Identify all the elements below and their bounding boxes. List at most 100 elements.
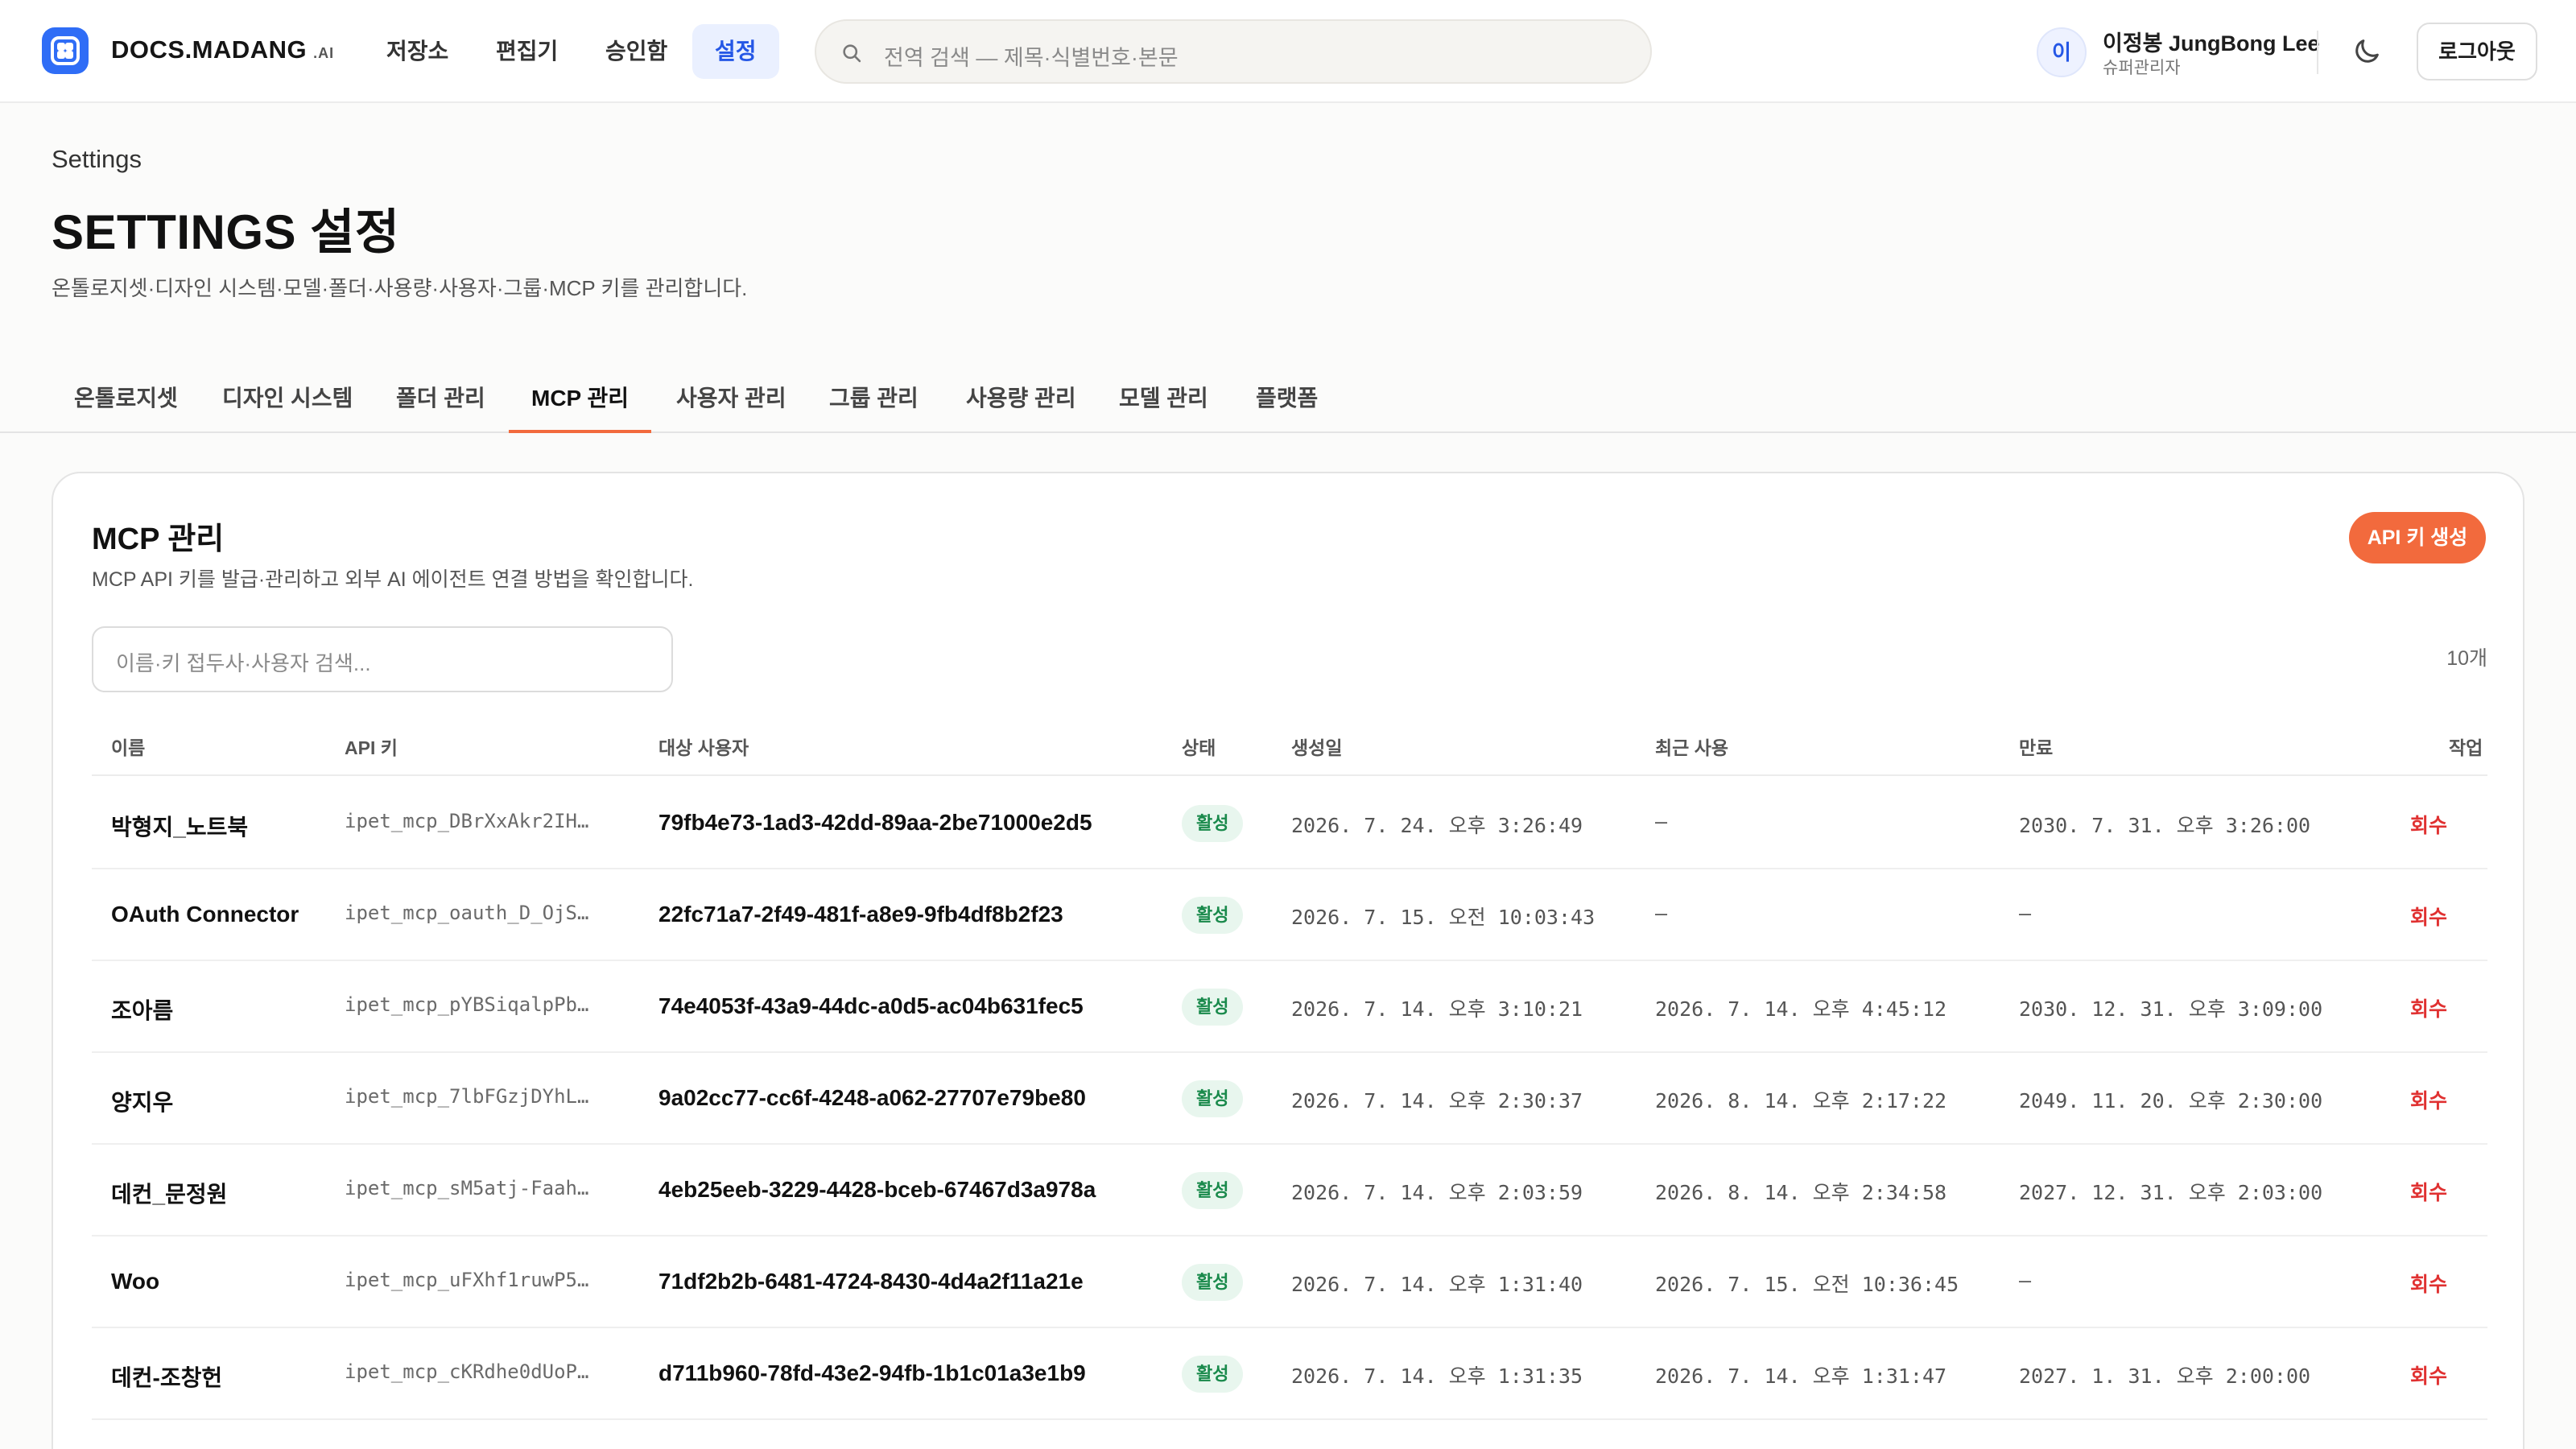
mcp-management-panel: MCP 관리 MCP API 키를 발급·관리하고 외부 AI 에이전트 연결 …: [52, 472, 2524, 1449]
tab-design-system[interactable]: 디자인 시스템: [200, 367, 375, 433]
table-row[interactable]: OAuth Connector ipet_mcp_oauth_D_OjS… 22fc…: [92, 869, 2487, 961]
last-used-at: 2026. 8. 14. 오후 2:17:22: [1655, 1089, 1947, 1113]
status-badge: 활성: [1182, 1356, 1244, 1393]
api-key-prefix: ipet_mcp_uFXhf1ruwP5…: [345, 1269, 589, 1291]
nav-item-approvals[interactable]: 승인함: [583, 24, 690, 79]
table-row[interactable]: 데컨_문정원 ipet_mcp_sM5atj-Faah… 4eb25eeb-3229…: [92, 1145, 2487, 1236]
expires-at: 2027. 1. 31. 오후 2:00:00: [2019, 1364, 2311, 1388]
created-at: 2026. 7. 24. 오후 3:26:49: [1291, 814, 1583, 837]
filter-placeholder: 이름·키 접두사·사용자 검색...: [116, 651, 371, 675]
target-user-id: 74e4053f-43a9-44dc-a0d5-ac04b631fec5: [658, 993, 1084, 1018]
target-user-id: 79fb4e73-1ad3-42dd-89aa-2be71000e2d5: [658, 810, 1092, 835]
created-at: 2026. 7. 14. 오후 1:31:40: [1291, 1273, 1583, 1296]
column-header-expires[interactable]: 만료: [2019, 733, 2053, 760]
revoke-button[interactable]: 회수: [2410, 1360, 2447, 1389]
api-key-prefix: ipet_mcp_7lbFGzjDYhL…: [345, 1085, 589, 1108]
last-used-at: —: [1655, 902, 1668, 925]
created-at: 2026. 7. 14. 오후 2:03:59: [1291, 1181, 1583, 1204]
api-key-prefix: ipet_mcp_DBrXxAkr2IH…: [345, 810, 589, 832]
status-badge: 활성: [1182, 1264, 1244, 1301]
column-header-action: 작업: [2449, 737, 2483, 758]
revoke-button[interactable]: 회수: [2410, 810, 2447, 839]
expires-at: —: [2019, 902, 2032, 925]
key-name: Woo: [111, 1269, 160, 1294]
revoke-button[interactable]: 회수: [2410, 1269, 2447, 1298]
nav-item-repository[interactable]: 저장소: [364, 24, 471, 79]
expires-at: 2030. 7. 31. 오후 3:26:00: [2019, 814, 2311, 837]
revoke-button[interactable]: 회수: [2410, 1085, 2447, 1114]
column-header-name[interactable]: 이름: [111, 733, 145, 760]
create-api-key-button[interactable]: API 키 생성: [2349, 512, 2486, 564]
status-badge: 활성: [1182, 805, 1244, 842]
table-row[interactable]: 데컨-조창헌 ipet_mcp_cKRdhe0dUoP… d711b960-78fd…: [92, 1328, 2487, 1420]
key-name: 박형지_노트북: [111, 815, 249, 840]
key-name: OAuth Connector: [111, 902, 299, 927]
search-placeholder: 전역 검색 — 제목·식별번호·본문: [884, 46, 1179, 70]
tab-ontology-set[interactable]: 온톨로지셋: [52, 367, 200, 433]
panel-description: MCP API 키를 발급·관리하고 외부 AI 에이전트 연결 방법을 확인합…: [92, 568, 694, 591]
expires-at: 2030. 12. 31. 오후 3:09:00: [2019, 997, 2323, 1021]
target-user-id: 4eb25eeb-3229-4428-bceb-67467d3a978a: [658, 1177, 1096, 1202]
target-user-id: d711b960-78fd-43e2-94fb-1b1c01a3e1b9: [658, 1360, 1086, 1385]
table-header: 이름 API 키 대상 사용자 상태 생성일 최근 사용 만료 작업: [92, 712, 2487, 776]
status-badge: 활성: [1182, 1080, 1244, 1117]
tab-user-management[interactable]: 사용자 관리: [654, 367, 809, 433]
created-at: 2026. 7. 14. 오후 2:30:37: [1291, 1089, 1583, 1113]
moon-icon[interactable]: [2351, 35, 2383, 68]
user-name: 이정봉 JungBong Lee: [2103, 31, 2320, 56]
user-role: 슈퍼관리자: [2103, 59, 2181, 77]
page-description: 온톨로지셋·디자인 시스템·모델·폴더·사용량·사용자·그룹·MCP 키를 관리…: [52, 276, 748, 300]
brand-name[interactable]: DOCS.MADANG .AI: [111, 35, 334, 64]
breadcrumb[interactable]: Settings: [52, 145, 142, 174]
page-title: SETTINGS 설정: [52, 205, 400, 259]
created-at: 2026. 7. 14. 오후 1:31:35: [1291, 1364, 1583, 1388]
tab-model-management[interactable]: 모델 관리: [1096, 367, 1231, 433]
created-at: 2026. 7. 15. 오전 10:03:43: [1291, 906, 1596, 929]
revoke-button[interactable]: 회수: [2410, 902, 2447, 931]
column-header-created[interactable]: 생성일: [1291, 733, 1342, 760]
status-badge: 활성: [1182, 989, 1244, 1026]
api-key-prefix: ipet_mcp_cKRdhe0dUoP…: [345, 1360, 589, 1383]
expires-at: 2049. 11. 20. 오후 2:30:00: [2019, 1089, 2323, 1113]
panel-title: MCP 관리: [92, 522, 225, 556]
top-navigation-bar: DOCS.MADANG .AI 저장소 편집기 승인함 설정 전역 검색 — 제목…: [0, 0, 2576, 103]
tab-group-management[interactable]: 그룹 관리: [807, 367, 941, 433]
logout-button[interactable]: 로그아웃: [2417, 23, 2537, 80]
api-key-prefix: ipet_mcp_oauth_D_OjS…: [345, 902, 589, 924]
tab-folder-management[interactable]: 폴더 관리: [374, 367, 508, 433]
nav-item-settings[interactable]: 설정: [692, 24, 779, 79]
tab-platform[interactable]: 플랫폼: [1233, 367, 1340, 433]
tab-mcp-management[interactable]: MCP 관리: [509, 367, 652, 433]
target-user-id: 71df2b2b-6481-4724-8430-4d4a2f11a21e: [658, 1269, 1084, 1294]
key-name: 양지우: [111, 1090, 174, 1115]
column-header-user[interactable]: 대상 사용자: [658, 733, 749, 760]
api-key-prefix: ipet_mcp_sM5atj-Faah…: [345, 1177, 589, 1199]
table-row[interactable]: 조아름 ipet_mcp_pYBSiqalpPb… 74e4053f-43a9-44…: [92, 961, 2487, 1053]
result-count: 10개: [2446, 647, 2487, 670]
app-logo-icon[interactable]: [42, 27, 89, 74]
last-used-at: 2026. 7. 15. 오전 10:36:45: [1655, 1273, 1959, 1296]
settings-tabs: 온톨로지셋 디자인 시스템 폴더 관리 MCP 관리 사용자 관리 그룹 관리 …: [0, 367, 2576, 433]
tab-usage-management[interactable]: 사용량 관리: [943, 367, 1099, 433]
status-badge: 활성: [1182, 897, 1244, 934]
revoke-button[interactable]: 회수: [2410, 1177, 2447, 1206]
nav-item-editor[interactable]: 편집기: [473, 24, 580, 79]
column-header-status[interactable]: 상태: [1182, 733, 1216, 760]
search-icon: [843, 44, 861, 63]
table-row[interactable]: 박형지_노트북 ipet_mcp_DBrXxAkr2IH… 79fb4e73-1ad…: [92, 778, 2487, 869]
key-name: 조아름: [111, 998, 174, 1023]
key-name: 데컨-조창헌: [111, 1365, 223, 1390]
key-name: 데컨_문정원: [111, 1182, 228, 1207]
table-row[interactable]: Woo ipet_mcp_uFXhf1ruwP5… 71df2b2b-6481-47…: [92, 1236, 2487, 1328]
avatar[interactable]: 이: [2037, 27, 2087, 77]
created-at: 2026. 7. 14. 오후 3:10:21: [1291, 997, 1583, 1021]
status-badge: 활성: [1182, 1172, 1244, 1209]
column-header-last-used[interactable]: 최근 사용: [1655, 733, 1728, 760]
api-key-prefix: ipet_mcp_pYBSiqalpPb…: [345, 993, 589, 1016]
table-row[interactable]: 양지우 ipet_mcp_7lbFGzjDYhL… 9a02cc77-cc6f-42…: [92, 1053, 2487, 1145]
revoke-button[interactable]: 회수: [2410, 993, 2447, 1022]
column-header-api-key[interactable]: API 키: [345, 733, 398, 760]
expires-at: —: [2019, 1269, 2032, 1292]
key-filter-input[interactable]: 이름·키 접두사·사용자 검색...: [92, 626, 673, 692]
global-search-input[interactable]: 전역 검색 — 제목·식별번호·본문: [815, 19, 1652, 84]
